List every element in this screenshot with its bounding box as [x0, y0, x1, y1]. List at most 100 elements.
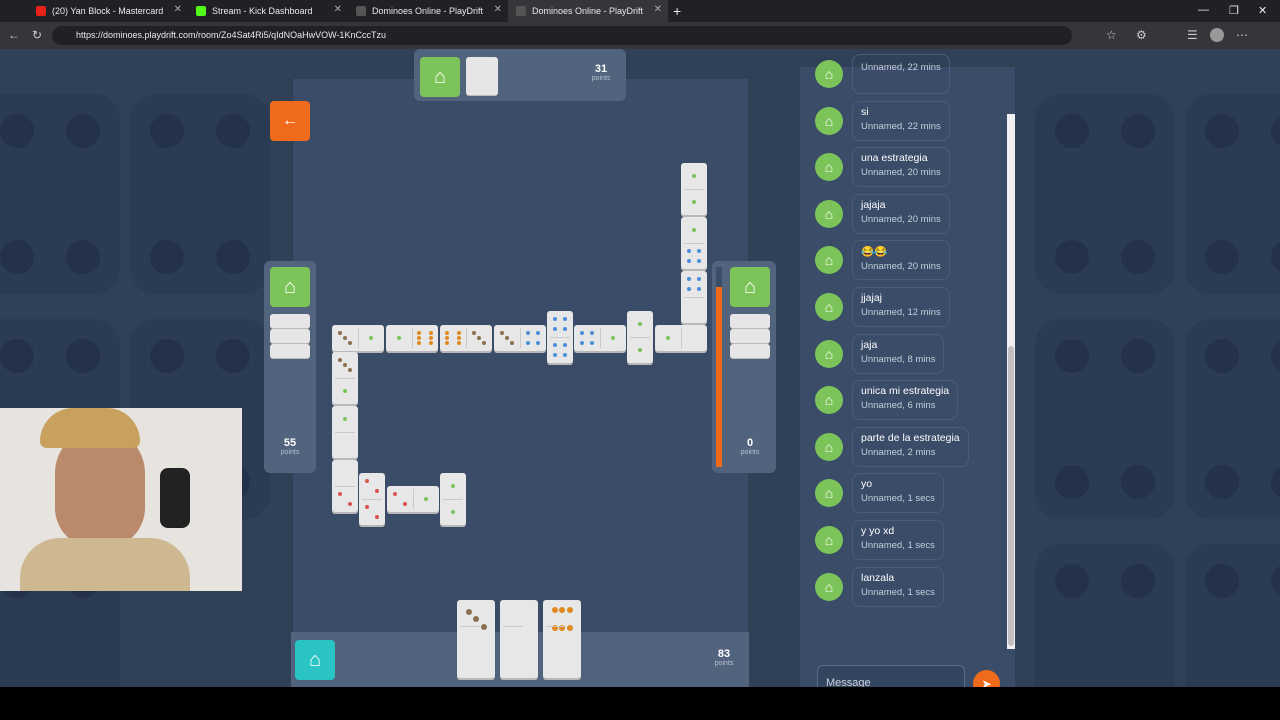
background-tile [1035, 319, 1175, 519]
background-dot [1205, 564, 1239, 598]
pip [510, 341, 514, 345]
scrollbar-thumb[interactable] [1008, 346, 1014, 646]
top-player-panel: ⌂ 31 points [414, 49, 626, 101]
pip [457, 336, 461, 340]
minimize-icon[interactable]: — [1198, 4, 1209, 16]
close-window-icon[interactable]: ✕ [1258, 4, 1267, 17]
pip [348, 502, 352, 506]
hand-domino[interactable] [457, 600, 495, 678]
pip [375, 515, 379, 519]
more-menu-icon[interactable]: ⋯ [1236, 28, 1248, 42]
pip [424, 497, 428, 501]
robot-icon: ⌂ [270, 267, 310, 307]
chat-meta: Unnamed, 1 secs [861, 493, 935, 505]
pip [687, 287, 691, 291]
favorite-icon[interactable]: ☆ [1106, 28, 1117, 42]
url-field[interactable]: https://dominoes.playdrift.com/room/Zo4S… [52, 26, 1072, 45]
pip [566, 607, 573, 613]
background-dot [150, 339, 184, 373]
robot-icon: ⌂ [815, 106, 843, 135]
game-board [293, 79, 748, 687]
collections-icon[interactable]: ☰ [1187, 28, 1198, 42]
points-label: points [280, 449, 300, 456]
address-bar: ← ↻ https://dominoes.playdrift.com/room/… [0, 22, 1280, 49]
domino-tile [440, 325, 492, 351]
pip [551, 607, 558, 613]
maximize-icon[interactable]: ❐ [1229, 4, 1239, 17]
background-dot [1121, 564, 1155, 598]
turn-timer [716, 267, 722, 467]
close-icon[interactable]: ✕ [494, 4, 502, 15]
bottom-player-score: 83 points [707, 648, 741, 667]
pip [343, 389, 347, 393]
points-value: 0 [746, 437, 754, 449]
pip [397, 336, 401, 340]
tab-dominoes-1[interactable]: Dominoes Online - PlayDrift ✕ [348, 0, 508, 22]
domino-tile [387, 486, 439, 512]
tab-dominoes-2[interactable]: Dominoes Online - PlayDrift ✕ [508, 0, 668, 22]
left-player-panel: ⌂ 55 points [264, 261, 316, 473]
pip [393, 492, 397, 496]
background-dot [1271, 240, 1280, 274]
profile-avatar[interactable] [1210, 28, 1224, 42]
pip [473, 616, 479, 622]
pip [375, 489, 379, 493]
pip [457, 331, 461, 335]
extensions-icon[interactable]: ⚙ [1136, 28, 1147, 42]
background-dot [1121, 339, 1155, 373]
send-icon: ➤ [981, 676, 992, 688]
domino-tile [494, 325, 546, 351]
chat-text: parte de la estrategia [861, 431, 960, 444]
background-dot [1121, 240, 1155, 274]
robot-icon: ⌂ [815, 432, 843, 461]
back-arrow-icon[interactable]: ← [8, 28, 20, 42]
close-icon[interactable]: ✕ [654, 4, 662, 15]
new-tab-icon[interactable]: + [673, 3, 681, 19]
tab-title: Dominoes Online - PlayDrift [532, 6, 644, 16]
tab-kick[interactable]: Stream - Kick Dashboard ✕ [188, 0, 348, 22]
robot-icon: ⌂ [815, 526, 843, 554]
message-input[interactable]: Message [817, 665, 965, 687]
chat-bubble: 😂😂 Unnamed, 20 mins [852, 240, 950, 281]
close-icon[interactable]: ✕ [334, 4, 342, 15]
pip [369, 336, 373, 340]
robot-icon: ⌂ [815, 339, 843, 368]
chat-text: una estrategia [861, 152, 928, 165]
arrow-left-icon: ← [282, 112, 298, 129]
robot-icon: ⌂ [730, 267, 770, 307]
hand-domino[interactable] [500, 600, 538, 678]
chat-bubble: jajaja Unnamed, 20 mins [852, 193, 950, 234]
back-button[interactable]: ← [270, 101, 310, 141]
pip [365, 479, 369, 483]
close-icon[interactable]: ✕ [174, 4, 182, 15]
points-value: 83 [717, 648, 731, 660]
chat-text: si [861, 105, 869, 118]
pip [445, 331, 449, 335]
chat-text: lanzala [861, 571, 895, 584]
pip [348, 368, 352, 372]
chat-scrollbar[interactable] [1007, 114, 1015, 649]
opponent-tile [270, 314, 310, 328]
pip [687, 249, 691, 253]
chat-meta: Unnamed, 20 mins [861, 261, 941, 273]
hand-domino[interactable] [543, 600, 581, 678]
background-dot [1271, 564, 1280, 598]
points-label: points [714, 660, 734, 667]
background-dot [1055, 564, 1089, 598]
background-dot [1055, 114, 1089, 148]
tab-youtube[interactable]: (20) Yan Block - Mastercard ✕ [28, 0, 188, 22]
turn-timer-fill [716, 287, 722, 467]
youtube-icon [36, 6, 46, 16]
pip [526, 341, 530, 345]
background-dot [1055, 465, 1089, 499]
chat-bubble: yo Unnamed, 1 secs [852, 473, 944, 514]
chat-text: jaja [861, 338, 878, 351]
pip [472, 331, 476, 335]
background-dot [0, 339, 34, 373]
chat-meta: Unnamed, 12 mins [861, 307, 941, 318]
chat-bubble: Unnamed, 22 mins [852, 54, 950, 94]
robot-icon: ⌂ [815, 386, 843, 415]
reload-icon[interactable]: ↻ [32, 28, 42, 42]
opponent-tile [270, 329, 310, 343]
pip [638, 322, 642, 326]
